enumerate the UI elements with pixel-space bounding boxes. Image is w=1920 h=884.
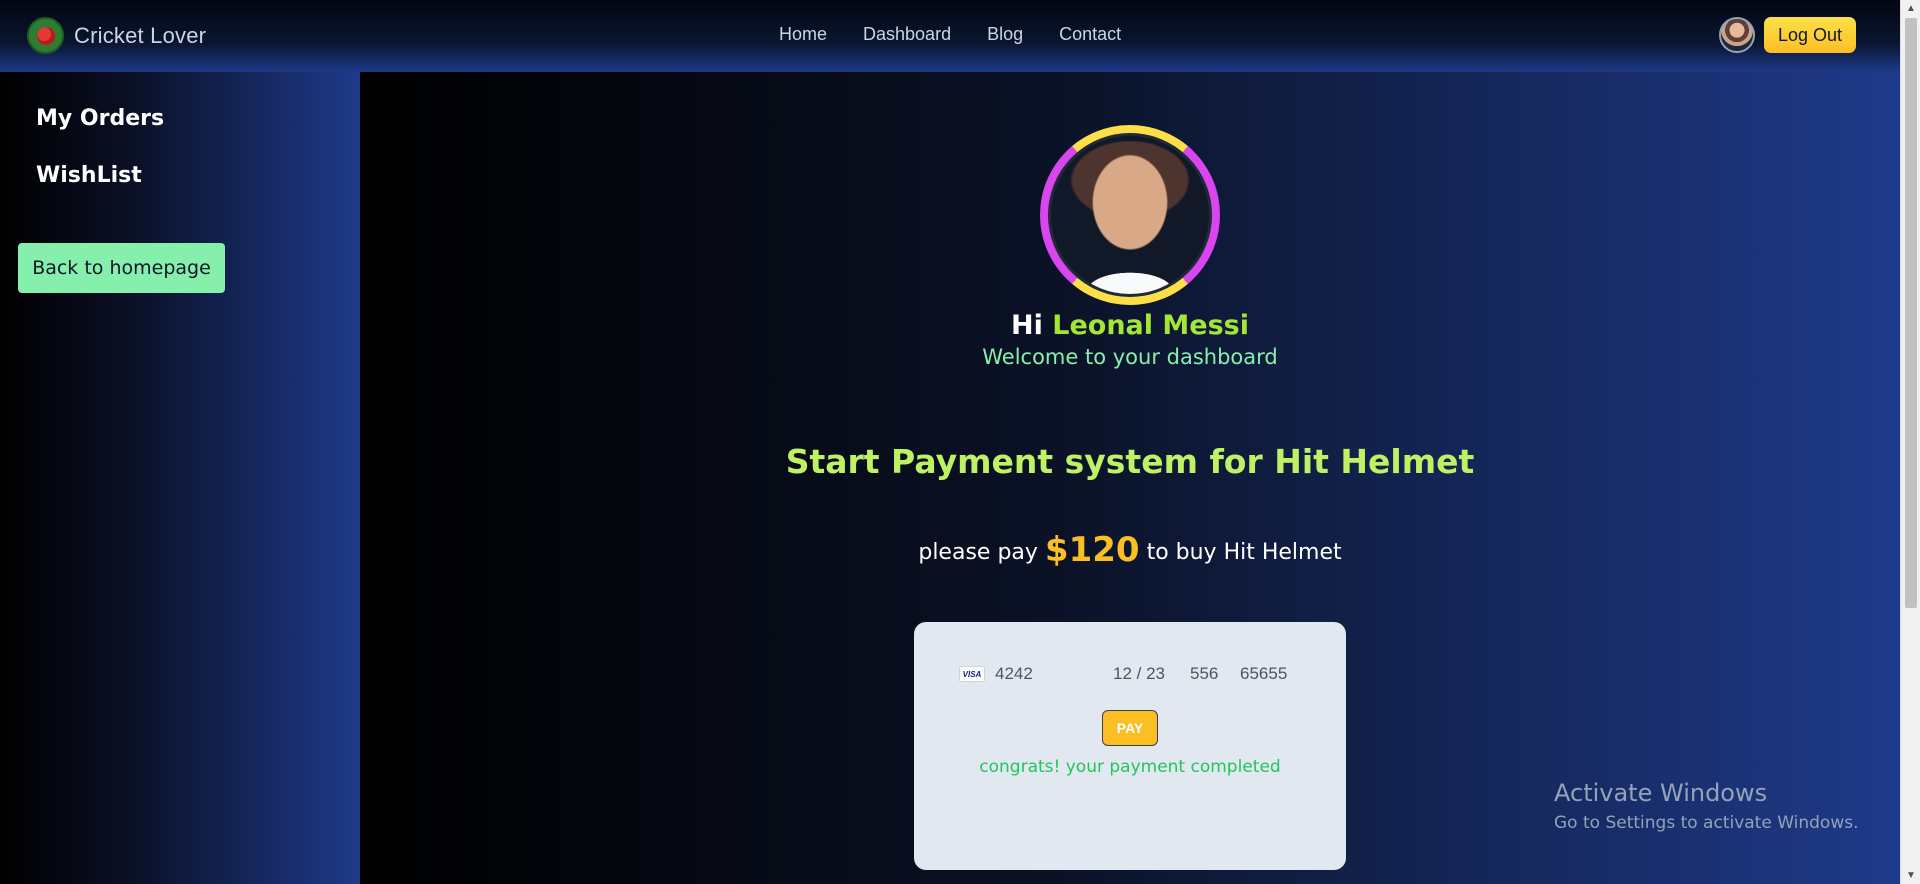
visa-card-icon: VISA bbox=[959, 666, 985, 682]
card-input-row[interactable]: VISA 4242 12 / 23 556 65655 bbox=[959, 661, 1309, 687]
welcome-text: Welcome to your dashboard bbox=[982, 345, 1278, 369]
top-navbar: Cricket Lover Home Dashboard Blog Contac… bbox=[0, 0, 1900, 72]
brand[interactable]: Cricket Lover bbox=[27, 17, 206, 54]
scroll-down-arrow-icon[interactable]: ▼ bbox=[1901, 867, 1920, 884]
card-cvc-field[interactable]: 556 bbox=[1190, 664, 1240, 684]
brand-name: Cricket Lover bbox=[74, 22, 207, 48]
nav-link-blog[interactable]: Blog bbox=[987, 24, 1023, 45]
sidebar-item-wishlist[interactable]: WishList bbox=[36, 163, 142, 188]
greeting-heading: Hi Leonal Messi bbox=[360, 310, 1900, 341]
nav-link-contact[interactable]: Contact bbox=[1059, 24, 1121, 45]
card-zip-field[interactable]: 65655 bbox=[1240, 664, 1287, 684]
payment-amount: $120 bbox=[1044, 530, 1140, 570]
sidebar: My Orders WishList Back to homepage bbox=[0, 72, 360, 884]
watermark-subtitle: Go to Settings to activate Windows. bbox=[1554, 813, 1859, 833]
profile-avatar-ring bbox=[1040, 125, 1220, 305]
payment-success-message: congrats! your payment completed bbox=[979, 757, 1281, 777]
nav-link-home[interactable]: Home bbox=[779, 24, 827, 45]
pay-suffix: to buy Hit Helmet bbox=[1146, 540, 1342, 565]
main-content: Hi Leonal Messi Welcome to your dashboar… bbox=[360, 72, 1900, 884]
pay-prefix: please pay bbox=[918, 540, 1038, 565]
watermark-title: Activate Windows bbox=[1554, 779, 1768, 807]
logout-button[interactable]: Log Out bbox=[1763, 17, 1856, 53]
profile-photo bbox=[1048, 133, 1212, 297]
activate-windows-watermark: Activate Windows Go to Settings to activ… bbox=[1554, 779, 1859, 833]
back-to-homepage-button[interactable]: Back to homepage bbox=[18, 243, 225, 293]
scroll-thumb[interactable] bbox=[1905, 18, 1917, 608]
sidebar-item-my-orders[interactable]: My Orders bbox=[36, 106, 164, 131]
greeting-prefix: Hi bbox=[1010, 310, 1043, 341]
scroll-up-arrow-icon[interactable]: ▲ bbox=[1901, 0, 1920, 17]
cricket-ball-logo-icon bbox=[27, 17, 64, 54]
nav-link-dashboard[interactable]: Dashboard bbox=[863, 24, 951, 45]
user-avatar[interactable] bbox=[1718, 17, 1755, 53]
card-number-field[interactable]: 4242 bbox=[995, 664, 1113, 684]
pay-button[interactable]: PAY bbox=[1102, 710, 1158, 746]
user-name: Leonal Messi bbox=[1052, 310, 1249, 341]
page-scrollbar[interactable]: ▲ ▼ bbox=[1900, 0, 1920, 884]
nav-user-area: Log Out bbox=[1718, 17, 1856, 53]
nav-links: Home Dashboard Blog Contact bbox=[779, 24, 1157, 45]
payment-title: Start Payment system for Hit Helmet bbox=[785, 442, 1475, 481]
card-expiry-field[interactable]: 12 / 23 bbox=[1113, 664, 1190, 684]
payment-card-form: VISA 4242 12 / 23 556 65655 PAY congrats… bbox=[914, 622, 1346, 870]
payment-amount-line: please pay $120 to buy Hit Helmet bbox=[360, 530, 1900, 570]
